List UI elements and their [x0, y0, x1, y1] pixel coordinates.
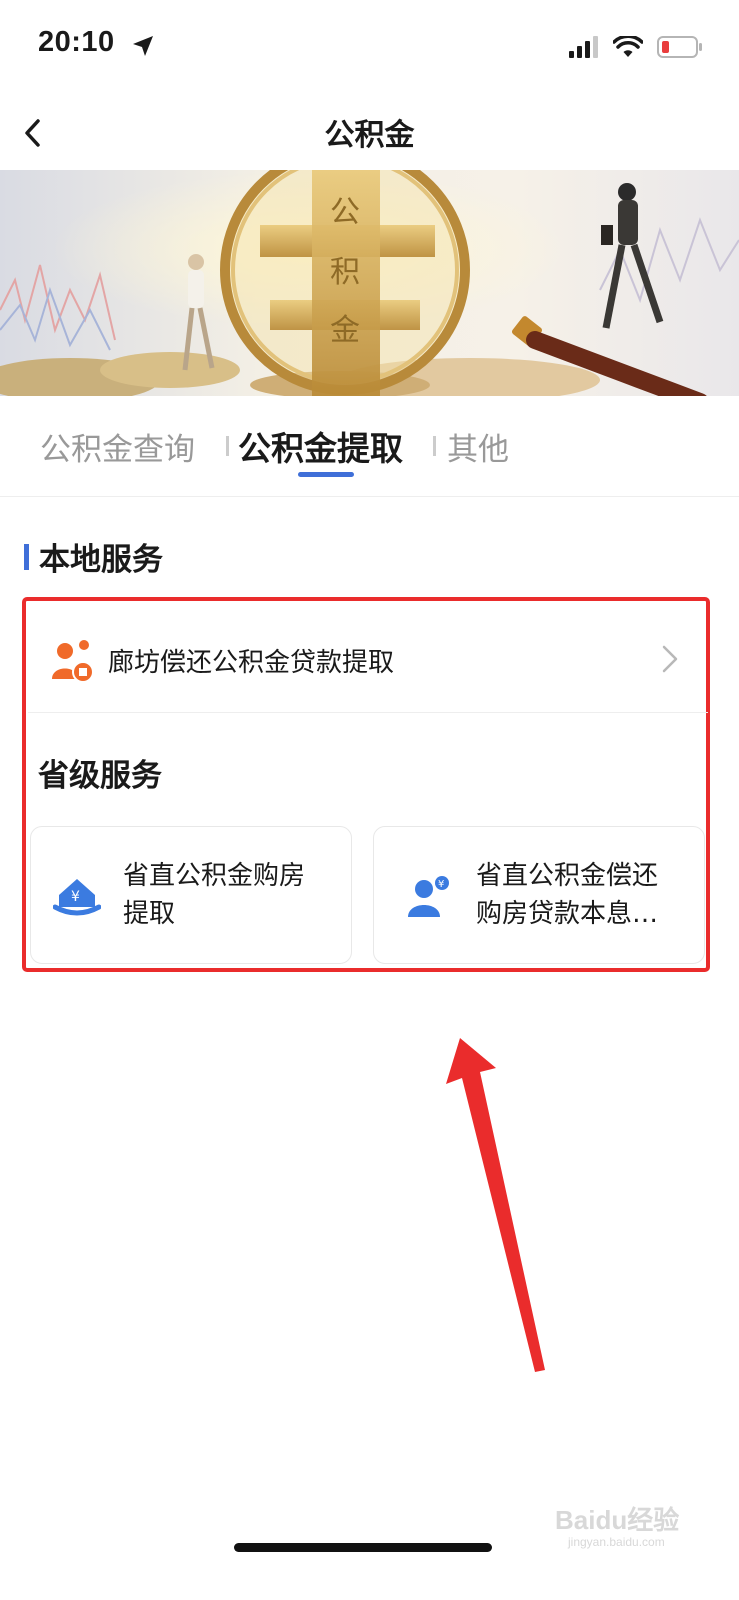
watermark: Baidu经验 [555, 1505, 680, 1535]
home-indicator[interactable] [234, 1543, 492, 1552]
watermark-url: jingyan.baidu.com [568, 1535, 665, 1549]
annotation-arrow [446, 1038, 545, 1372]
